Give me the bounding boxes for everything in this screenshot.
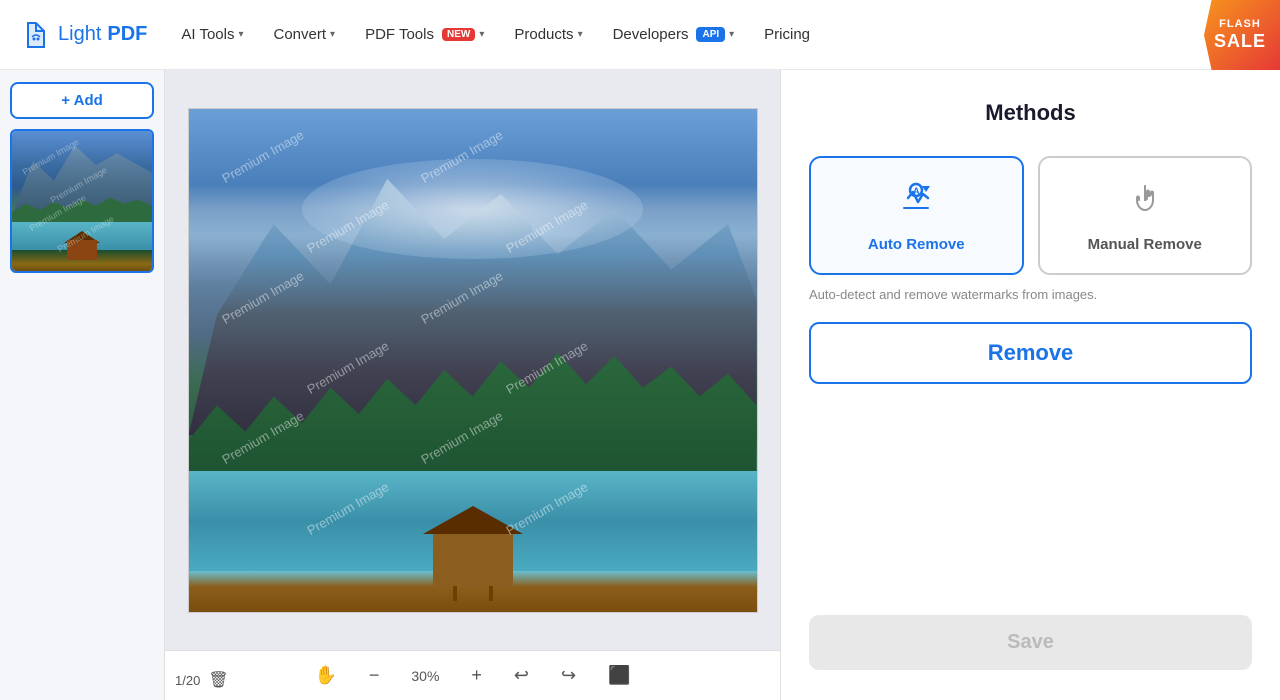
clouds-layer (302, 159, 643, 260)
nav-convert[interactable]: Convert ▾ (262, 18, 348, 51)
zoom-in-button[interactable]: + (465, 659, 488, 692)
logo[interactable]: Light PDF (20, 19, 147, 51)
preview-image: Premium Image Premium Image Premium Imag… (188, 108, 758, 613)
right-panel: Methods A Auto Remove (780, 70, 1280, 700)
preview-area: Premium Image Premium Image Premium Imag… (165, 70, 780, 700)
save-button: Save (809, 615, 1252, 670)
auto-remove-card[interactable]: A Auto Remove (809, 156, 1024, 275)
api-badge: API (696, 27, 725, 42)
methods-title: Methods (809, 100, 1252, 126)
method-cards: A Auto Remove Manual Remove (809, 156, 1252, 275)
thumb-cabin (67, 240, 97, 260)
remove-button[interactable]: Remove (809, 322, 1252, 384)
hand-tool-button[interactable]: ✋ (308, 659, 342, 692)
chevron-down-icon: ▾ (578, 29, 583, 40)
manual-remove-icon (1125, 178, 1165, 226)
new-badge: NEW (442, 28, 475, 41)
manual-remove-label: Manual Remove (1088, 236, 1202, 253)
cabin-supports (448, 586, 498, 601)
chevron-down-icon: ▾ (330, 29, 335, 40)
svg-text:A: A (913, 186, 920, 196)
method-description: Auto-detect and remove watermarks from i… (809, 287, 1252, 302)
redo-button[interactable]: ↪ (555, 659, 582, 692)
page-counter: 1/20 (175, 673, 200, 688)
nav-pricing[interactable]: Pricing (752, 18, 822, 51)
logo-light: Light (58, 23, 101, 46)
navigation: Light PDF AI Tools ▾ Convert ▾ PDF Tools … (0, 0, 1280, 70)
trash-icon[interactable]: 🗑 (208, 670, 228, 690)
flash-sale-banner[interactable]: FLASH SALE (1204, 0, 1280, 70)
thumbnail-image: Premium Image Premium Image Premium Imag… (12, 131, 152, 271)
zoom-level: 30% (405, 668, 445, 684)
cabin (433, 531, 513, 586)
nav-products[interactable]: Products ▾ (502, 18, 594, 51)
preview-canvas[interactable]: Premium Image Premium Image Premium Imag… (165, 70, 780, 650)
main-area: + Add Premium Image Premium Image Premiu… (0, 70, 1280, 700)
manual-remove-card[interactable]: Manual Remove (1038, 156, 1253, 275)
add-button[interactable]: + Add (10, 82, 154, 119)
image-toolbar: 1/20 🗑 ✋ − 30% + ↩ ↪ ⬛ (165, 650, 780, 700)
auto-remove-label: Auto Remove (868, 236, 965, 253)
chevron-down-icon: ▾ (479, 29, 484, 40)
auto-remove-icon: A (896, 178, 936, 226)
page-info: 1/20 🗑 (175, 670, 229, 690)
sale-text: SALE (1214, 31, 1266, 53)
undo-button[interactable]: ↩ (508, 659, 535, 692)
nav-pdf-tools[interactable]: PDF Tools NEW ▾ (353, 18, 496, 51)
zoom-out-button[interactable]: − (363, 659, 386, 692)
sidebar: + Add Premium Image Premium Image Premiu… (0, 70, 165, 700)
nav-ai-tools[interactable]: AI Tools ▾ (169, 18, 255, 51)
image-background: Premium Image Premium Image Premium Imag… (189, 109, 757, 612)
chevron-down-icon: ▾ (238, 29, 243, 40)
image-thumbnail[interactable]: Premium Image Premium Image Premium Imag… (10, 129, 154, 273)
flash-text: FLASH (1219, 18, 1261, 31)
chevron-down-icon: ▾ (729, 29, 734, 40)
nav-developers[interactable]: Developers API ▾ (601, 18, 747, 51)
logo-pdf: PDF (107, 23, 147, 46)
compare-button[interactable]: ⬛ (602, 659, 636, 692)
